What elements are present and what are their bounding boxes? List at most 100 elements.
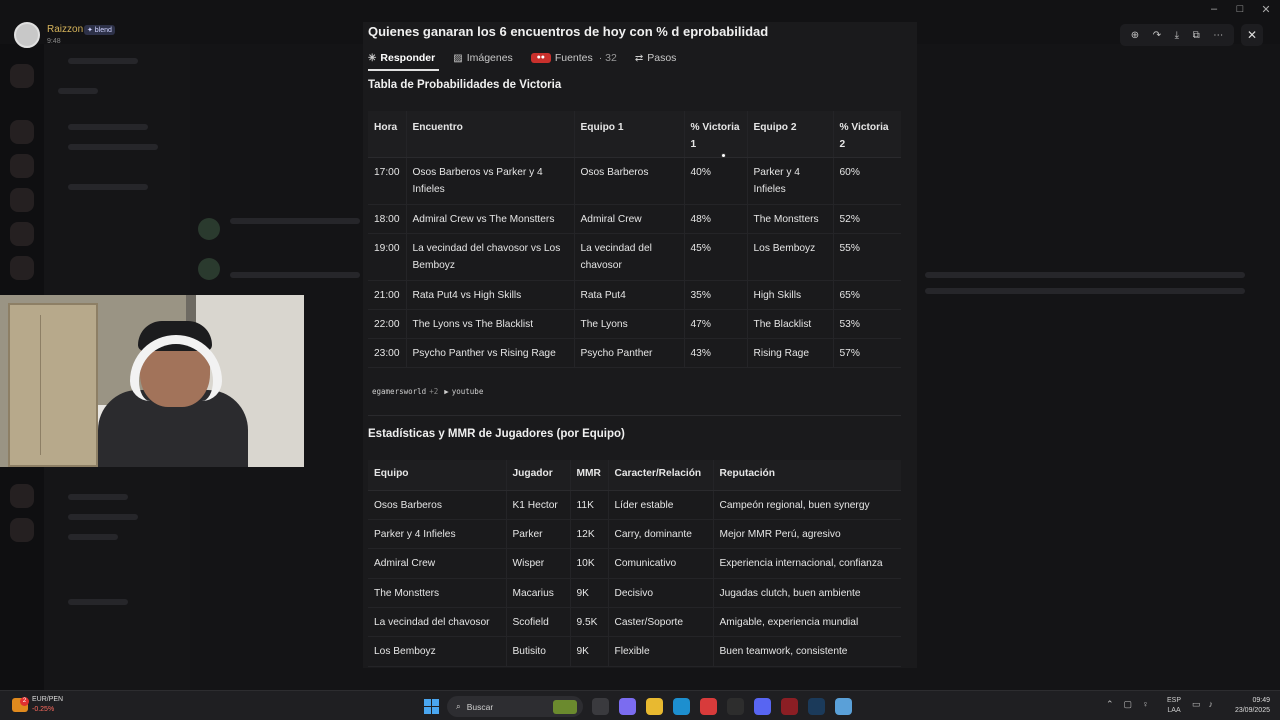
share-icon[interactable]: ↷ [1153,30,1161,41]
tab-label: Responder [380,52,436,64]
notification-badge: 2 [20,697,29,706]
table-row: Los Bemboyz Butisito 9K Flexible Buen te… [368,636,901,667]
table-cell: 10K [570,548,609,579]
window-controls: – □ ✕ [1208,3,1272,16]
table-row: 23:00 Psycho Panther vs Rising Rage Psyc… [368,338,901,368]
table-cell: Buen teamwork, consistente [713,636,901,667]
table-cell: The Monstters [747,204,834,234]
table-cell: Carry, dominante [608,519,714,550]
table-cell: Parker y 4 Infieles [747,157,834,205]
tray-app-icon[interactable]: ▢ [1124,699,1133,710]
background-message [230,218,360,224]
header-cell: Equipo 1 [574,111,685,158]
source-chips: egamersworld +2 ▶ youtube [372,387,483,396]
stats-table-title: Estadísticas y MMR de Jugadores (por Equ… [368,428,625,440]
header-cell: Reputación [713,460,901,491]
table-cell: Parker y 4 Infieles [368,519,507,550]
steam-icon[interactable] [808,698,825,715]
table-cell: High Skills [747,280,834,310]
minimize-button[interactable]: – [1208,3,1220,16]
table-cell: Líder estable [608,490,714,520]
table-cell: Los Bemboyz [368,636,507,667]
source-extra: +2 [429,387,439,396]
tab-pasos[interactable]: ⇄ Pasos [635,52,677,64]
discord-icon[interactable] [754,698,771,715]
header-cell: % Victoria 2 [833,111,901,158]
table-cell: 53% [833,309,901,339]
network-icon[interactable]: ▭ [1192,699,1201,710]
table-cell: 17:00 [368,157,407,205]
copilot-icon[interactable] [619,698,636,715]
table-row: Parker y 4 Infieles Parker 12K Carry, do… [368,519,901,550]
table-cell: Flexible [608,636,714,667]
clock-date: 23/09/2025 [1234,707,1270,714]
maximize-button[interactable]: □ [1234,3,1246,16]
app-red-icon[interactable] [700,698,717,715]
table-row: 22:00 The Lyons vs The Blacklist The Lyo… [368,309,901,339]
edge-icon[interactable] [673,698,690,715]
ticker-name: EUR/PEN [32,696,64,703]
keyboard-layout: LAA [1167,707,1181,714]
table-cell: La vecindad del chavosor vs Los Bemboyz [406,233,575,281]
user-badge: ✦ blend [84,25,115,35]
tab-fuentes[interactable]: ●● Fuentes · 32 [530,52,617,64]
download-icon[interactable]: ⤓ [1175,30,1179,41]
user-avatar[interactable] [14,22,40,48]
app-dark-icon[interactable] [727,698,744,715]
windows-start-icon[interactable] [424,699,439,714]
zoom-icon[interactable]: ⊕ [1131,30,1139,41]
table-cell: Campeón regional, buen synergy [713,490,901,520]
tab-imagenes[interactable]: ▨ Imágenes [453,52,513,64]
table-cell: 52% [833,204,901,234]
close-viewer-button[interactable]: ✕ [1241,24,1263,46]
table-row: The Monstters Macarius 9K Decisivo Jugad… [368,578,901,609]
table-cell: Macarius [506,578,571,609]
stock-widget[interactable]: 2 EUR/PEN -0.25% [12,695,63,715]
youtube-icon: ▶ [444,387,449,396]
microphone-icon[interactable]: ♀ [1142,699,1149,710]
table-cell: Caster/Soporte [608,607,714,638]
search-placeholder: Buscar [466,701,494,712]
search-highlight-icon [553,699,577,714]
chevron-up-icon[interactable]: ⌃ [1106,699,1114,710]
app-maroon-icon[interactable] [781,698,798,715]
table-cell: 47% [684,309,748,339]
user-name[interactable]: Raizzon [47,24,83,35]
notepad-icon[interactable] [835,698,852,715]
table-cell: 23:00 [368,338,407,368]
taskbar-search[interactable]: ⌕ Buscar [447,696,583,717]
taskbar-apps [592,698,852,715]
probabilities-table: Hora Encuentro Equipo 1 % Victoria 1 Equ… [368,111,901,368]
source-chip-youtube[interactable]: ▶ youtube [444,387,483,396]
table-cell: The Monstters [368,578,507,609]
table-cell: Mejor MMR Perú, agresivo [713,519,901,550]
answer-tabs: ✳ Responder ▨ Imágenes ●● Fuentes · 32 ⇄… [368,52,694,71]
volume-icon[interactable]: ♪ [1209,699,1214,710]
file-explorer-icon[interactable] [646,698,663,715]
table-cell: 40% [684,157,748,205]
steps-icon: ⇄ [634,52,644,64]
more-icon[interactable]: ⋯ [1213,30,1223,41]
table-cell: Scofield [506,607,571,638]
table-cell: 22:00 [368,309,407,339]
source-chip-egamersworld[interactable]: egamersworld +2 [372,387,438,396]
system-tray-status: ▭ ♪ [1192,699,1213,710]
open-external-icon[interactable]: ⧉ [1193,30,1200,41]
table-row: 17:00 Osos Barberos vs Parker y 4 Infiel… [368,157,901,205]
table-row: La vecindad del chavosor Scofield 9.5K C… [368,607,901,638]
table-cell: 9.5K [570,607,609,638]
taskbar-clock[interactable]: 09:49 23/09/2025 [1226,696,1270,716]
background-message [925,272,1245,278]
table-cell: Psycho Panther [574,338,685,368]
tab-label: Imágenes [466,52,513,64]
window-close-button[interactable]: ✕ [1260,3,1272,16]
language-indicator[interactable]: ESP LAA [1167,696,1181,716]
tab-responder[interactable]: ✳ Responder [368,52,440,71]
table-cell: 19:00 [368,233,407,281]
task-view-icon[interactable] [592,698,609,715]
table-cell: Osos Barberos vs Parker y 4 Infieles [406,157,575,205]
table-cell: 60% [833,157,901,205]
table-cell: 55% [833,233,901,281]
language-code: ESP [1167,697,1182,704]
table-row: 19:00 La vecindad del chavosor vs Los Be… [368,233,901,281]
